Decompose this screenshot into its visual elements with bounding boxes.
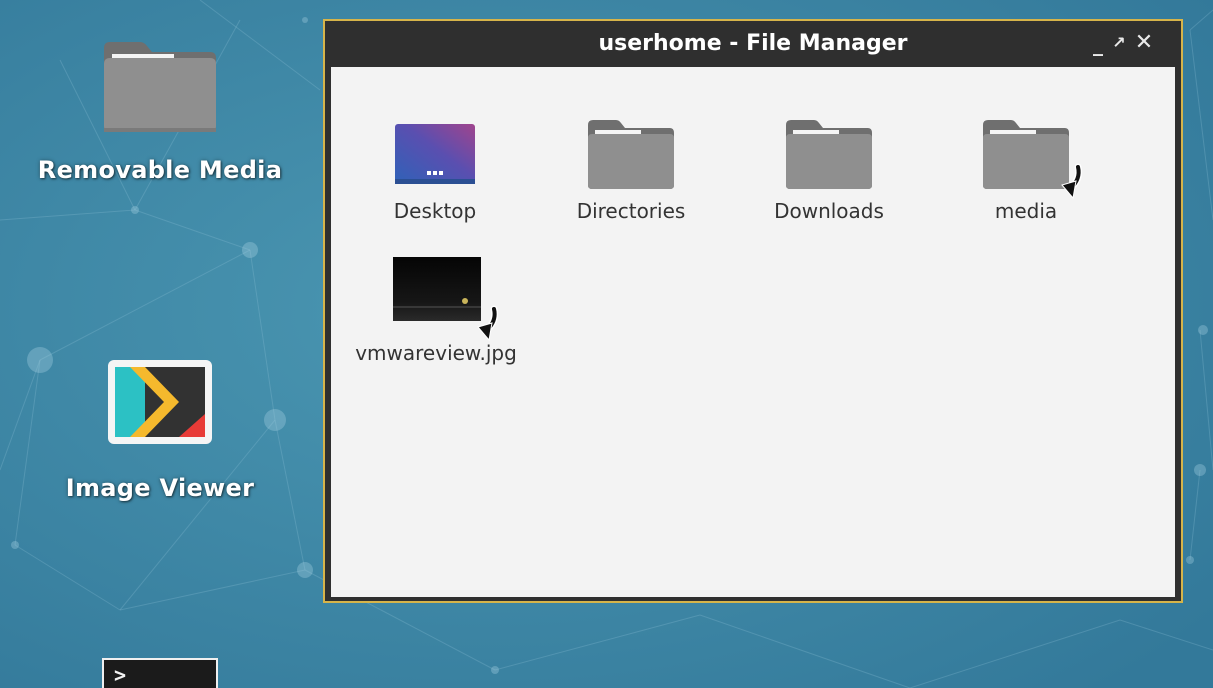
maximize-button[interactable]: ↗ — [1106, 29, 1132, 57]
file-item-label: media — [994, 199, 1058, 223]
terminal-icon: > — [114, 663, 127, 687]
file-item-desktop[interactable]: Desktop — [340, 113, 530, 223]
file-item-label: vmwareview.jpg — [355, 341, 517, 365]
file-view[interactable]: Desktop Directories Downloads media vmwa… — [331, 67, 1175, 597]
file-item-media[interactable]: media — [931, 113, 1121, 223]
desktop-icon-removable-media[interactable]: Removable Media — [15, 38, 305, 184]
file-item-label: Directories — [576, 199, 686, 223]
file-item-vmwareview[interactable]: vmwareview.jpg — [341, 253, 531, 365]
folder-icon — [983, 120, 1083, 200]
file-item-downloads[interactable]: Downloads — [734, 113, 924, 223]
file-item-label: Downloads — [774, 199, 884, 223]
file-item-label: Desktop — [393, 199, 477, 223]
close-button[interactable]: ✕ — [1131, 29, 1157, 57]
desktop-icon-label: Removable Media — [37, 156, 283, 184]
desktop-icon-terminal[interactable]: > — [102, 658, 218, 688]
desktop-icon-image-viewer[interactable]: Image Viewer — [15, 358, 305, 502]
image-file-icon — [393, 257, 499, 342]
file-manager-window: userhome - File Manager _ ↗ ✕ Desktop Di… — [323, 19, 1183, 603]
folder-icon — [786, 120, 872, 189]
desktop-icon-label: Image Viewer — [65, 474, 255, 502]
folder-icon — [588, 120, 674, 189]
desktop-folder-icon — [395, 124, 475, 184]
window-title: userhome - File Manager — [598, 31, 908, 56]
image-viewer-icon — [108, 360, 212, 444]
window-titlebar[interactable]: userhome - File Manager _ ↗ ✕ — [325, 21, 1181, 67]
folder-icon — [104, 42, 216, 132]
file-item-directories[interactable]: Directories — [536, 113, 726, 223]
